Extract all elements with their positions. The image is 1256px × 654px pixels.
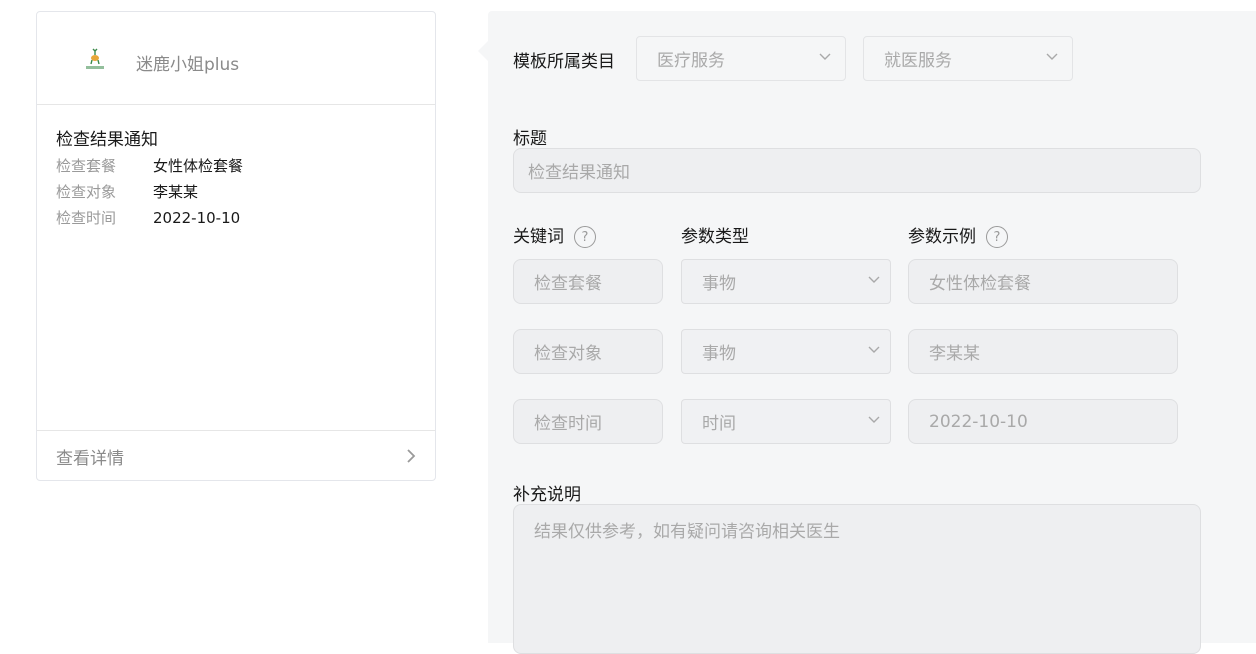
preview-row-key: 检查时间 (56, 209, 117, 227)
preview-row-value: 女性体检套餐 (153, 157, 244, 175)
preview-row: 检查时间 2022-10-10 (56, 205, 416, 231)
param-example-header: 参数示例? (908, 222, 1008, 248)
panel-pointer (478, 41, 488, 61)
keyword-input[interactable]: 检查时间 (513, 399, 663, 444)
category-label: 模板所属类目 (513, 52, 615, 72)
param-example-value: 2022-10-10 (929, 411, 1028, 432)
keyword-input-value: 检查套餐 (534, 274, 602, 294)
keyword-input[interactable]: 检查套餐 (513, 259, 663, 304)
category-secondary-value: 就医服务 (884, 51, 952, 71)
category-primary-value: 医疗服务 (657, 51, 725, 71)
chevron-down-icon (868, 276, 880, 283)
param-type-value: 事物 (702, 344, 736, 364)
title-input-value: 检查结果通知 (528, 163, 630, 183)
view-details-link[interactable]: 查看详情 (37, 430, 435, 481)
preview-row: 检查对象 李某某 (56, 179, 416, 205)
keyword-header-label: 关键词 (513, 227, 564, 247)
chevron-right-icon (407, 449, 416, 463)
help-icon[interactable]: ? (574, 226, 596, 248)
keyword-header: 关键词? (513, 222, 596, 248)
preview-header: 迷鹿小姐plus (37, 12, 435, 105)
preview-body: 检查结果通知 检查套餐 女性体检套餐 检查对象 李某某 检查时间 2022-10… (37, 105, 435, 231)
param-example-input[interactable]: 李某某 (908, 329, 1178, 374)
keyword-input-value: 检查对象 (534, 344, 602, 364)
title-label: 标题 (513, 129, 547, 149)
param-example-input[interactable]: 2022-10-10 (908, 399, 1178, 444)
param-example-value: 女性体检套餐 (929, 274, 1031, 294)
keyword-input-value: 检查时间 (534, 414, 602, 434)
param-type-select[interactable]: 时间 (681, 399, 891, 444)
param-example-input[interactable]: 女性体检套餐 (908, 259, 1178, 304)
preview-row: 检查套餐 女性体检套餐 (56, 153, 416, 179)
category-primary-select[interactable]: 医疗服务 (636, 36, 846, 81)
param-example-value: 李某某 (929, 344, 980, 364)
param-type-value: 时间 (702, 414, 736, 434)
param-type-value: 事物 (702, 274, 736, 294)
notice-title: 检查结果通知 (56, 130, 158, 150)
note-label: 补充说明 (513, 485, 581, 505)
category-secondary-select[interactable]: 就医服务 (863, 36, 1073, 81)
param-type-header: 参数类型 (681, 227, 749, 247)
chevron-down-icon (819, 53, 831, 60)
chevron-down-icon (868, 416, 880, 423)
preview-row-value: 李某某 (153, 183, 199, 201)
title-input[interactable]: 检查结果通知 (513, 148, 1201, 193)
deer-logo-icon (86, 48, 104, 69)
preview-row-key: 检查套餐 (56, 157, 117, 175)
param-type-select[interactable]: 事物 (681, 329, 891, 374)
chevron-down-icon (868, 346, 880, 353)
account-name: 迷鹿小姐plus (136, 55, 240, 75)
help-icon[interactable]: ? (986, 226, 1008, 248)
note-textarea-value: 结果仅供参考，如有疑问请咨询相关医生 (534, 522, 840, 542)
view-details-label: 查看详情 (56, 448, 124, 469)
template-preview-card: 迷鹿小姐plus 检查结果通知 检查套餐 女性体检套餐 检查对象 李某某 检查时… (36, 11, 436, 481)
preview-row-key: 检查对象 (56, 183, 117, 201)
template-form-panel: 模板所属类目 医疗服务 就医服务 标题 检查结果通知 关键词? 参数类型 参数示… (478, 11, 1256, 654)
chevron-down-icon (1046, 53, 1058, 60)
param-type-select[interactable]: 事物 (681, 259, 891, 304)
param-example-header-label: 参数示例 (908, 227, 976, 247)
keyword-input[interactable]: 检查对象 (513, 329, 663, 374)
preview-row-value: 2022-10-10 (153, 209, 241, 227)
note-textarea[interactable]: 结果仅供参考，如有疑问请咨询相关医生 (513, 504, 1201, 654)
